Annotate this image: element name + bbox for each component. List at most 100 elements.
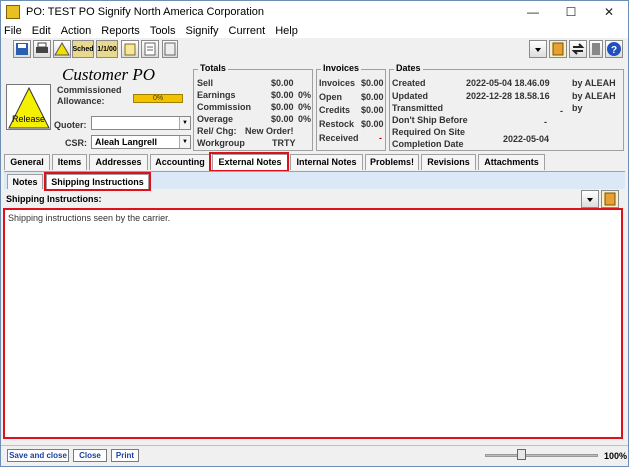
menu-help[interactable]: Help bbox=[275, 25, 298, 37]
dropdown-arrow-icon[interactable] bbox=[529, 40, 547, 58]
help-icon[interactable]: ? bbox=[605, 40, 623, 58]
tab-accounting[interactable]: Accounting bbox=[150, 154, 210, 170]
window-controls: — ☐ ✕ bbox=[514, 1, 628, 23]
csr-select[interactable]: Aleah Langrell ▼ bbox=[91, 135, 191, 149]
invoices-group: Invoices Invoices $0.00 Open $0.00 Credi… bbox=[316, 63, 386, 151]
minimize-button[interactable]: — bbox=[514, 1, 552, 23]
panel-icon[interactable] bbox=[589, 40, 603, 58]
transfer-icon[interactable] bbox=[569, 40, 587, 58]
list-icon[interactable] bbox=[141, 40, 159, 58]
totals-value: $0.00 bbox=[271, 90, 294, 100]
totals-value: $0.00 bbox=[271, 102, 294, 112]
dates-value: 2022-12-28 18.58.16 bbox=[466, 91, 550, 101]
save-icon[interactable] bbox=[13, 40, 31, 58]
menu-signify[interactable]: Signify bbox=[186, 25, 219, 37]
invoices-value: $0.00 bbox=[361, 78, 384, 88]
dates-value: - bbox=[560, 106, 563, 116]
zoom-level: 100% bbox=[604, 451, 628, 461]
tab-internal-notes[interactable]: Internal Notes bbox=[290, 154, 363, 170]
totals-value: New Order! bbox=[245, 126, 294, 136]
totals-pct: 0% bbox=[298, 114, 312, 124]
external-notes-highlight bbox=[209, 152, 289, 172]
menu-bar: File Edit Action Reports Tools Signify C… bbox=[1, 23, 628, 38]
menu-tools[interactable]: Tools bbox=[150, 25, 176, 37]
totals-label: Overage bbox=[197, 114, 234, 124]
dates-label: Transmitted bbox=[392, 103, 444, 113]
totals-value: $0.00 bbox=[271, 114, 294, 124]
invoices-label: Restock bbox=[319, 119, 355, 129]
subtab-notes[interactable]: Notes bbox=[7, 174, 43, 189]
csr-value: Aleah Langrell bbox=[95, 137, 158, 147]
quoter-label: Quoter: bbox=[54, 120, 87, 130]
invoices-title: Invoices bbox=[321, 63, 362, 73]
close-button[interactable]: Close bbox=[73, 449, 107, 462]
dates-label: Required On Site bbox=[392, 127, 466, 137]
dates-value: - bbox=[544, 117, 547, 127]
dates-by: by ALEAH bbox=[572, 78, 616, 88]
totals-label: Rel/ Chg: bbox=[197, 126, 237, 136]
clipboard-icon[interactable] bbox=[601, 190, 619, 208]
totals-pct: 0% bbox=[298, 102, 312, 112]
menu-action[interactable]: Action bbox=[61, 25, 92, 37]
date-button[interactable]: 1/1/00 bbox=[96, 40, 118, 58]
invoices-label: Invoices bbox=[319, 78, 356, 88]
tab-revisions[interactable]: Revisions bbox=[421, 154, 476, 170]
tab-items[interactable]: Items bbox=[52, 154, 87, 170]
page-icon[interactable] bbox=[162, 40, 178, 58]
invoices-value: $0.00 bbox=[361, 92, 384, 102]
release-label: Release bbox=[11, 114, 46, 124]
dropdown-arrow-icon[interactable] bbox=[581, 190, 599, 208]
sched-button[interactable]: Sched bbox=[72, 40, 94, 58]
totals-pct: 0% bbox=[298, 90, 312, 100]
maximize-button[interactable]: ☐ bbox=[552, 1, 590, 23]
tab-problems[interactable]: Problems! bbox=[365, 154, 419, 170]
menu-file[interactable]: File bbox=[4, 25, 22, 37]
quoter-select[interactable]: ▼ bbox=[91, 116, 191, 130]
menu-edit[interactable]: Edit bbox=[32, 25, 51, 37]
invoices-label: Open bbox=[319, 92, 343, 102]
dates-label: Completion Date bbox=[392, 139, 464, 149]
clipboard-icon[interactable] bbox=[549, 40, 567, 58]
totals-label: Commission bbox=[197, 102, 252, 112]
dates-by: by bbox=[572, 103, 583, 113]
print-button[interactable]: Print bbox=[111, 449, 139, 462]
warning-icon[interactable] bbox=[53, 40, 71, 58]
dates-label: Updated bbox=[392, 91, 428, 101]
title-bar: PO: TEST PO Signify North America Corpor… bbox=[1, 1, 628, 23]
dates-group: Dates Created 2022-05-04 18.46.09 by ALE… bbox=[389, 63, 624, 151]
dates-label: Created bbox=[392, 78, 426, 88]
invoices-label: Received bbox=[319, 133, 359, 143]
csr-label: CSR: bbox=[65, 138, 87, 148]
dates-value: 2022-05-04 bbox=[503, 134, 550, 144]
invoices-value: $0.00 bbox=[361, 105, 384, 115]
tab-attachments[interactable]: Attachments bbox=[478, 154, 545, 170]
save-and-close-button[interactable]: Save and close bbox=[7, 449, 69, 462]
invoices-label: Credits bbox=[319, 105, 351, 115]
commissioned-label: Commissioned bbox=[57, 85, 122, 95]
totals-label: Workgroup bbox=[197, 138, 245, 148]
totals-value: $0.00 bbox=[271, 78, 294, 88]
po-window: PO: TEST PO Signify North America Corpor… bbox=[0, 0, 629, 467]
tab-general[interactable]: General bbox=[4, 154, 50, 170]
zoom-slider-track[interactable] bbox=[485, 454, 598, 457]
release-button[interactable]: Release bbox=[6, 84, 51, 130]
menu-reports[interactable]: Reports bbox=[101, 25, 140, 37]
close-window-button[interactable]: ✕ bbox=[590, 1, 628, 23]
shipping-instructions-textarea[interactable]: Shipping instructions seen by the carrie… bbox=[3, 208, 623, 439]
app-icon bbox=[6, 5, 20, 19]
printer-icon[interactable] bbox=[33, 40, 51, 58]
chevron-down-icon[interactable]: ▼ bbox=[179, 136, 190, 148]
window-title: PO: TEST PO Signify North America Corpor… bbox=[26, 6, 265, 18]
zoom-slider-thumb[interactable] bbox=[517, 449, 526, 460]
totals-label: Earnings bbox=[197, 90, 236, 100]
totals-label: Sell bbox=[197, 78, 214, 88]
shipping-tab-highlight bbox=[44, 172, 151, 191]
totals-value: TRTY bbox=[272, 138, 296, 148]
chevron-down-icon[interactable]: ▼ bbox=[179, 117, 190, 129]
totals-title: Totals bbox=[198, 63, 228, 73]
tab-addresses[interactable]: Addresses bbox=[89, 154, 148, 170]
invoices-value: - bbox=[379, 133, 382, 143]
documents-icon[interactable] bbox=[121, 40, 139, 58]
dates-value: 2022-05-04 18.46.09 bbox=[466, 78, 550, 88]
menu-current[interactable]: Current bbox=[229, 25, 266, 37]
